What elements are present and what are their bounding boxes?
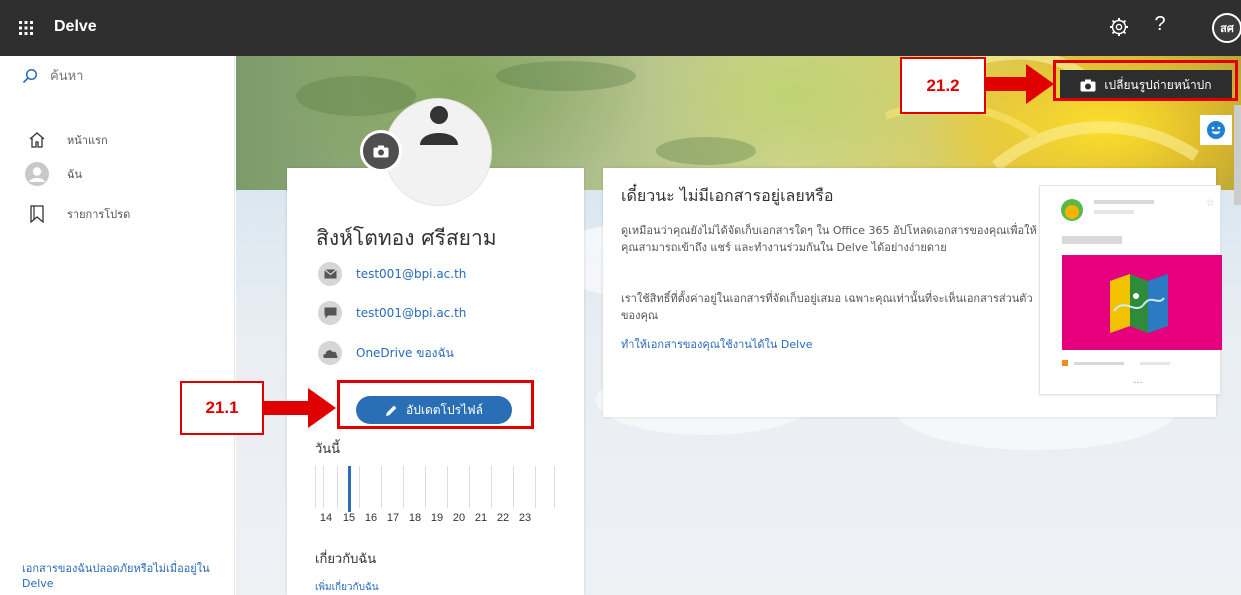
search-input[interactable] bbox=[50, 68, 210, 84]
timeline-gridline bbox=[554, 466, 555, 508]
gear-icon bbox=[1110, 18, 1128, 36]
timeline-gridline bbox=[359, 466, 360, 508]
annotation-highlight-change-cover bbox=[1053, 60, 1238, 101]
annotation-arrow-icon bbox=[264, 388, 336, 428]
app-name[interactable]: Delve bbox=[54, 18, 97, 36]
nav-item-home[interactable]: หน้าแรก bbox=[25, 128, 108, 152]
chat-icon bbox=[318, 301, 342, 325]
privacy-link[interactable]: เอกสารของฉันปลอดภัยหรือไม่เมื่ออยู่ใน De… bbox=[22, 561, 232, 591]
chat-link[interactable]: test001@bpi.ac.th bbox=[356, 306, 466, 320]
app-launcher-waffle-icon[interactable] bbox=[12, 14, 40, 42]
person-silhouette-icon bbox=[420, 106, 458, 145]
timeline-gridline bbox=[513, 466, 514, 508]
today-label: วันนี้ bbox=[315, 442, 341, 457]
waffle-icon bbox=[19, 21, 33, 35]
account-avatar[interactable]: สศ bbox=[1212, 13, 1241, 43]
change-profile-photo-button[interactable] bbox=[360, 130, 402, 172]
timeline-day: 18 bbox=[408, 512, 422, 524]
profile-name: สิงห์โตทอง ศรีสยาม bbox=[316, 226, 497, 250]
timeline-gridline bbox=[491, 466, 492, 508]
timeline-gridline bbox=[469, 466, 470, 508]
timeline-day: 14 bbox=[319, 512, 333, 524]
top-bar: Delve ? สศ bbox=[0, 0, 1241, 56]
settings-gear-icon[interactable] bbox=[1108, 16, 1130, 38]
timeline-gridline bbox=[535, 466, 536, 508]
map-document-image: ☆ ··· bbox=[1061, 198, 1222, 389]
feedback-smiley-icon[interactable] bbox=[1200, 115, 1232, 145]
documents-permissions-text: เราใช้สิทธิ์ที่ตั้งค่าอยู่ในเอกสารที่จัด… bbox=[621, 292, 1033, 322]
search-icon bbox=[22, 68, 38, 84]
timeline-day: 17 bbox=[386, 512, 400, 524]
svg-text:☆: ☆ bbox=[1206, 198, 1215, 209]
contact-onedrive: OneDrive ของฉัน bbox=[318, 341, 454, 365]
about-me-heading: เกี่ยวกับฉัน bbox=[315, 552, 377, 567]
timeline-gridline bbox=[323, 466, 324, 508]
timeline-gridline bbox=[381, 466, 382, 508]
annotation-arrow-icon bbox=[986, 64, 1054, 104]
timeline-gridline bbox=[403, 466, 404, 508]
timeline-day: 20 bbox=[452, 512, 466, 524]
activity-timeline: 14 15 16 17 18 19 20 21 22 23 bbox=[315, 466, 555, 526]
bookmark-icon bbox=[25, 202, 49, 226]
contact-chat: test001@bpi.ac.th bbox=[318, 301, 466, 325]
nav-item-label: รายการโปรด bbox=[67, 208, 131, 221]
document-card-illustration: ☆ ··· bbox=[1039, 185, 1222, 395]
timeline-day: 21 bbox=[474, 512, 488, 524]
documents-empty-text: ดูเหมือนว่าคุณยังไม่ได้จัดเก็บเอกสารใดๆ … bbox=[621, 224, 1037, 254]
timeline-day: 22 bbox=[496, 512, 510, 524]
add-about-me-link[interactable]: เพิ่มเกี่ยวกับฉัน bbox=[315, 580, 379, 595]
timeline-day: 16 bbox=[364, 512, 378, 524]
timeline-gridline bbox=[425, 466, 426, 508]
home-icon bbox=[25, 128, 49, 152]
timeline-day: 23 bbox=[518, 512, 532, 524]
timeline-gridline bbox=[447, 466, 448, 508]
nav-item-me[interactable]: ฉัน bbox=[25, 162, 82, 186]
email-link[interactable]: test001@bpi.ac.th bbox=[356, 267, 466, 281]
timeline-today-marker bbox=[348, 466, 351, 512]
search-box[interactable] bbox=[22, 64, 210, 88]
documents-empty-title: เดี๋ยวนะ ไม่มีเอกสารอยู่เลยหรือ bbox=[621, 186, 834, 205]
scrollbar[interactable] bbox=[1234, 105, 1241, 205]
annotation-callout-21-2: 21.2 bbox=[900, 57, 986, 114]
annotation-callout-21-1: 21.1 bbox=[180, 381, 264, 435]
cloud-icon bbox=[318, 341, 342, 365]
timeline-gridline bbox=[337, 466, 338, 508]
nav-item-favorites[interactable]: รายการโปรด bbox=[25, 202, 130, 226]
smiley-icon bbox=[1207, 121, 1225, 139]
help-icon[interactable]: ? bbox=[1150, 13, 1170, 36]
contact-email: test001@bpi.ac.th bbox=[318, 262, 466, 286]
camera-icon bbox=[373, 145, 389, 157]
svg-text:···: ··· bbox=[1133, 378, 1143, 389]
annotation-highlight-update-profile bbox=[337, 380, 534, 429]
onedrive-link[interactable]: OneDrive ของฉัน bbox=[356, 344, 454, 363]
timeline-day: 15 bbox=[342, 512, 356, 524]
timeline-gridline bbox=[315, 466, 316, 508]
nav-item-label: ฉัน bbox=[67, 168, 83, 181]
left-navigation: หน้าแรก ฉัน รายการโปรด เอกสารของฉันปลอดภ… bbox=[0, 56, 235, 595]
timeline-day: 19 bbox=[430, 512, 444, 524]
make-documents-available-link[interactable]: ทำให้เอกสารของคุณใช้งานได้ใน Delve bbox=[621, 335, 812, 353]
nav-item-label: หน้าแรก bbox=[67, 134, 108, 147]
mail-icon bbox=[318, 262, 342, 286]
person-icon bbox=[25, 162, 49, 186]
